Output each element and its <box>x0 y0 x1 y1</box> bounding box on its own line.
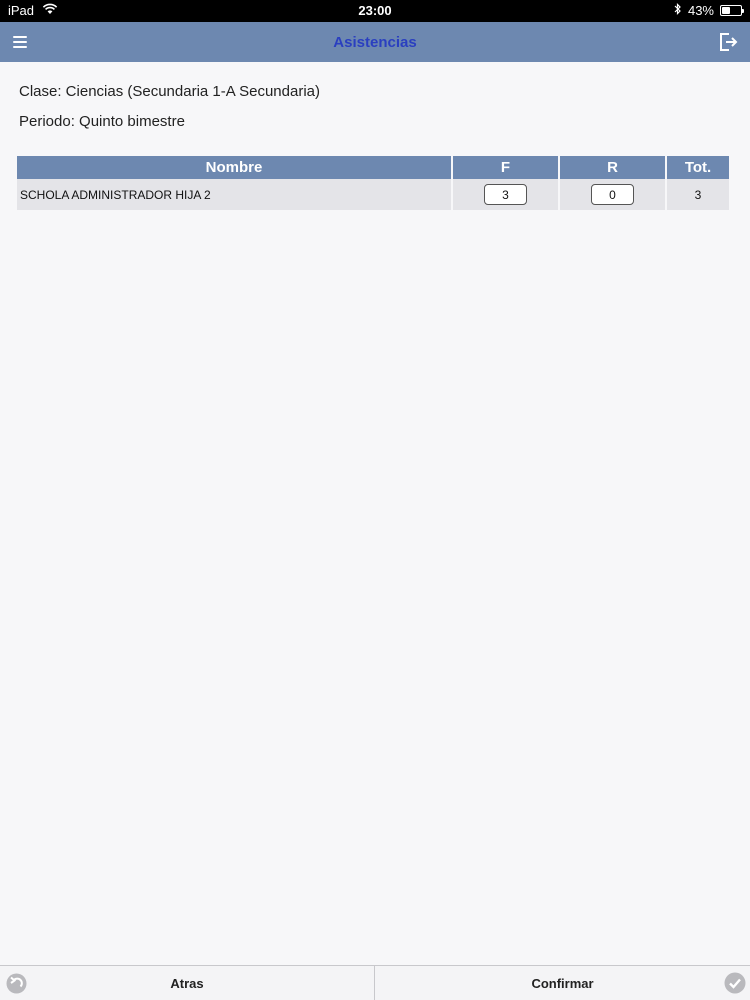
status-left: iPad <box>8 3 58 18</box>
student-name: SCHOLA ADMINISTRADOR HIJA 2 <box>17 179 451 210</box>
confirm-button-label: Confirmar <box>531 976 594 991</box>
period-info: Periodo: Quinto bimestre <box>19 113 185 130</box>
battery-percent: 43% <box>687 3 714 18</box>
header-tot: Tot. <box>667 156 729 179</box>
class-info: Clase: Ciencias (Secundaria 1-A Secundar… <box>19 83 320 100</box>
nav-bar: Asistencias <box>0 22 750 62</box>
back-button-label: Atras <box>170 976 204 991</box>
device-label: iPad <box>8 3 35 18</box>
table-header-row: Nombre F R Tot. <box>17 156 729 179</box>
battery-fill <box>722 7 730 14</box>
checkmark-icon <box>724 972 746 994</box>
header-nombre: Nombre <box>17 156 451 179</box>
bottom-toolbar: Atras Confirmar <box>0 965 750 1000</box>
total-cell: 3 <box>667 179 729 210</box>
header-r: R <box>560 156 665 179</box>
status-right: 43% <box>674 3 744 18</box>
back-arrow-icon <box>6 973 27 994</box>
back-button[interactable]: Atras <box>0 966 375 1000</box>
hamburger-menu-icon[interactable] <box>8 30 32 54</box>
retardos-input[interactable] <box>591 184 634 205</box>
status-time: 23:00 <box>358 3 392 18</box>
attendance-table: Nombre F R Tot. SCHOLA ADMINISTRADOR HIJ… <box>15 156 731 210</box>
wifi-icon <box>42 3 58 18</box>
faltas-input[interactable] <box>484 184 527 205</box>
header-f: F <box>453 156 558 179</box>
battery-icon <box>720 5 744 16</box>
logout-icon[interactable] <box>716 30 740 54</box>
bluetooth-icon <box>674 3 682 18</box>
confirm-button[interactable]: Confirmar <box>375 966 750 1000</box>
status-bar: iPad 23:00 43% <box>0 0 750 22</box>
r-cell <box>560 179 665 210</box>
page-title: Asistencias <box>333 33 417 51</box>
f-cell <box>453 179 558 210</box>
table-row: SCHOLA ADMINISTRADOR HIJA 2 3 <box>17 179 729 210</box>
